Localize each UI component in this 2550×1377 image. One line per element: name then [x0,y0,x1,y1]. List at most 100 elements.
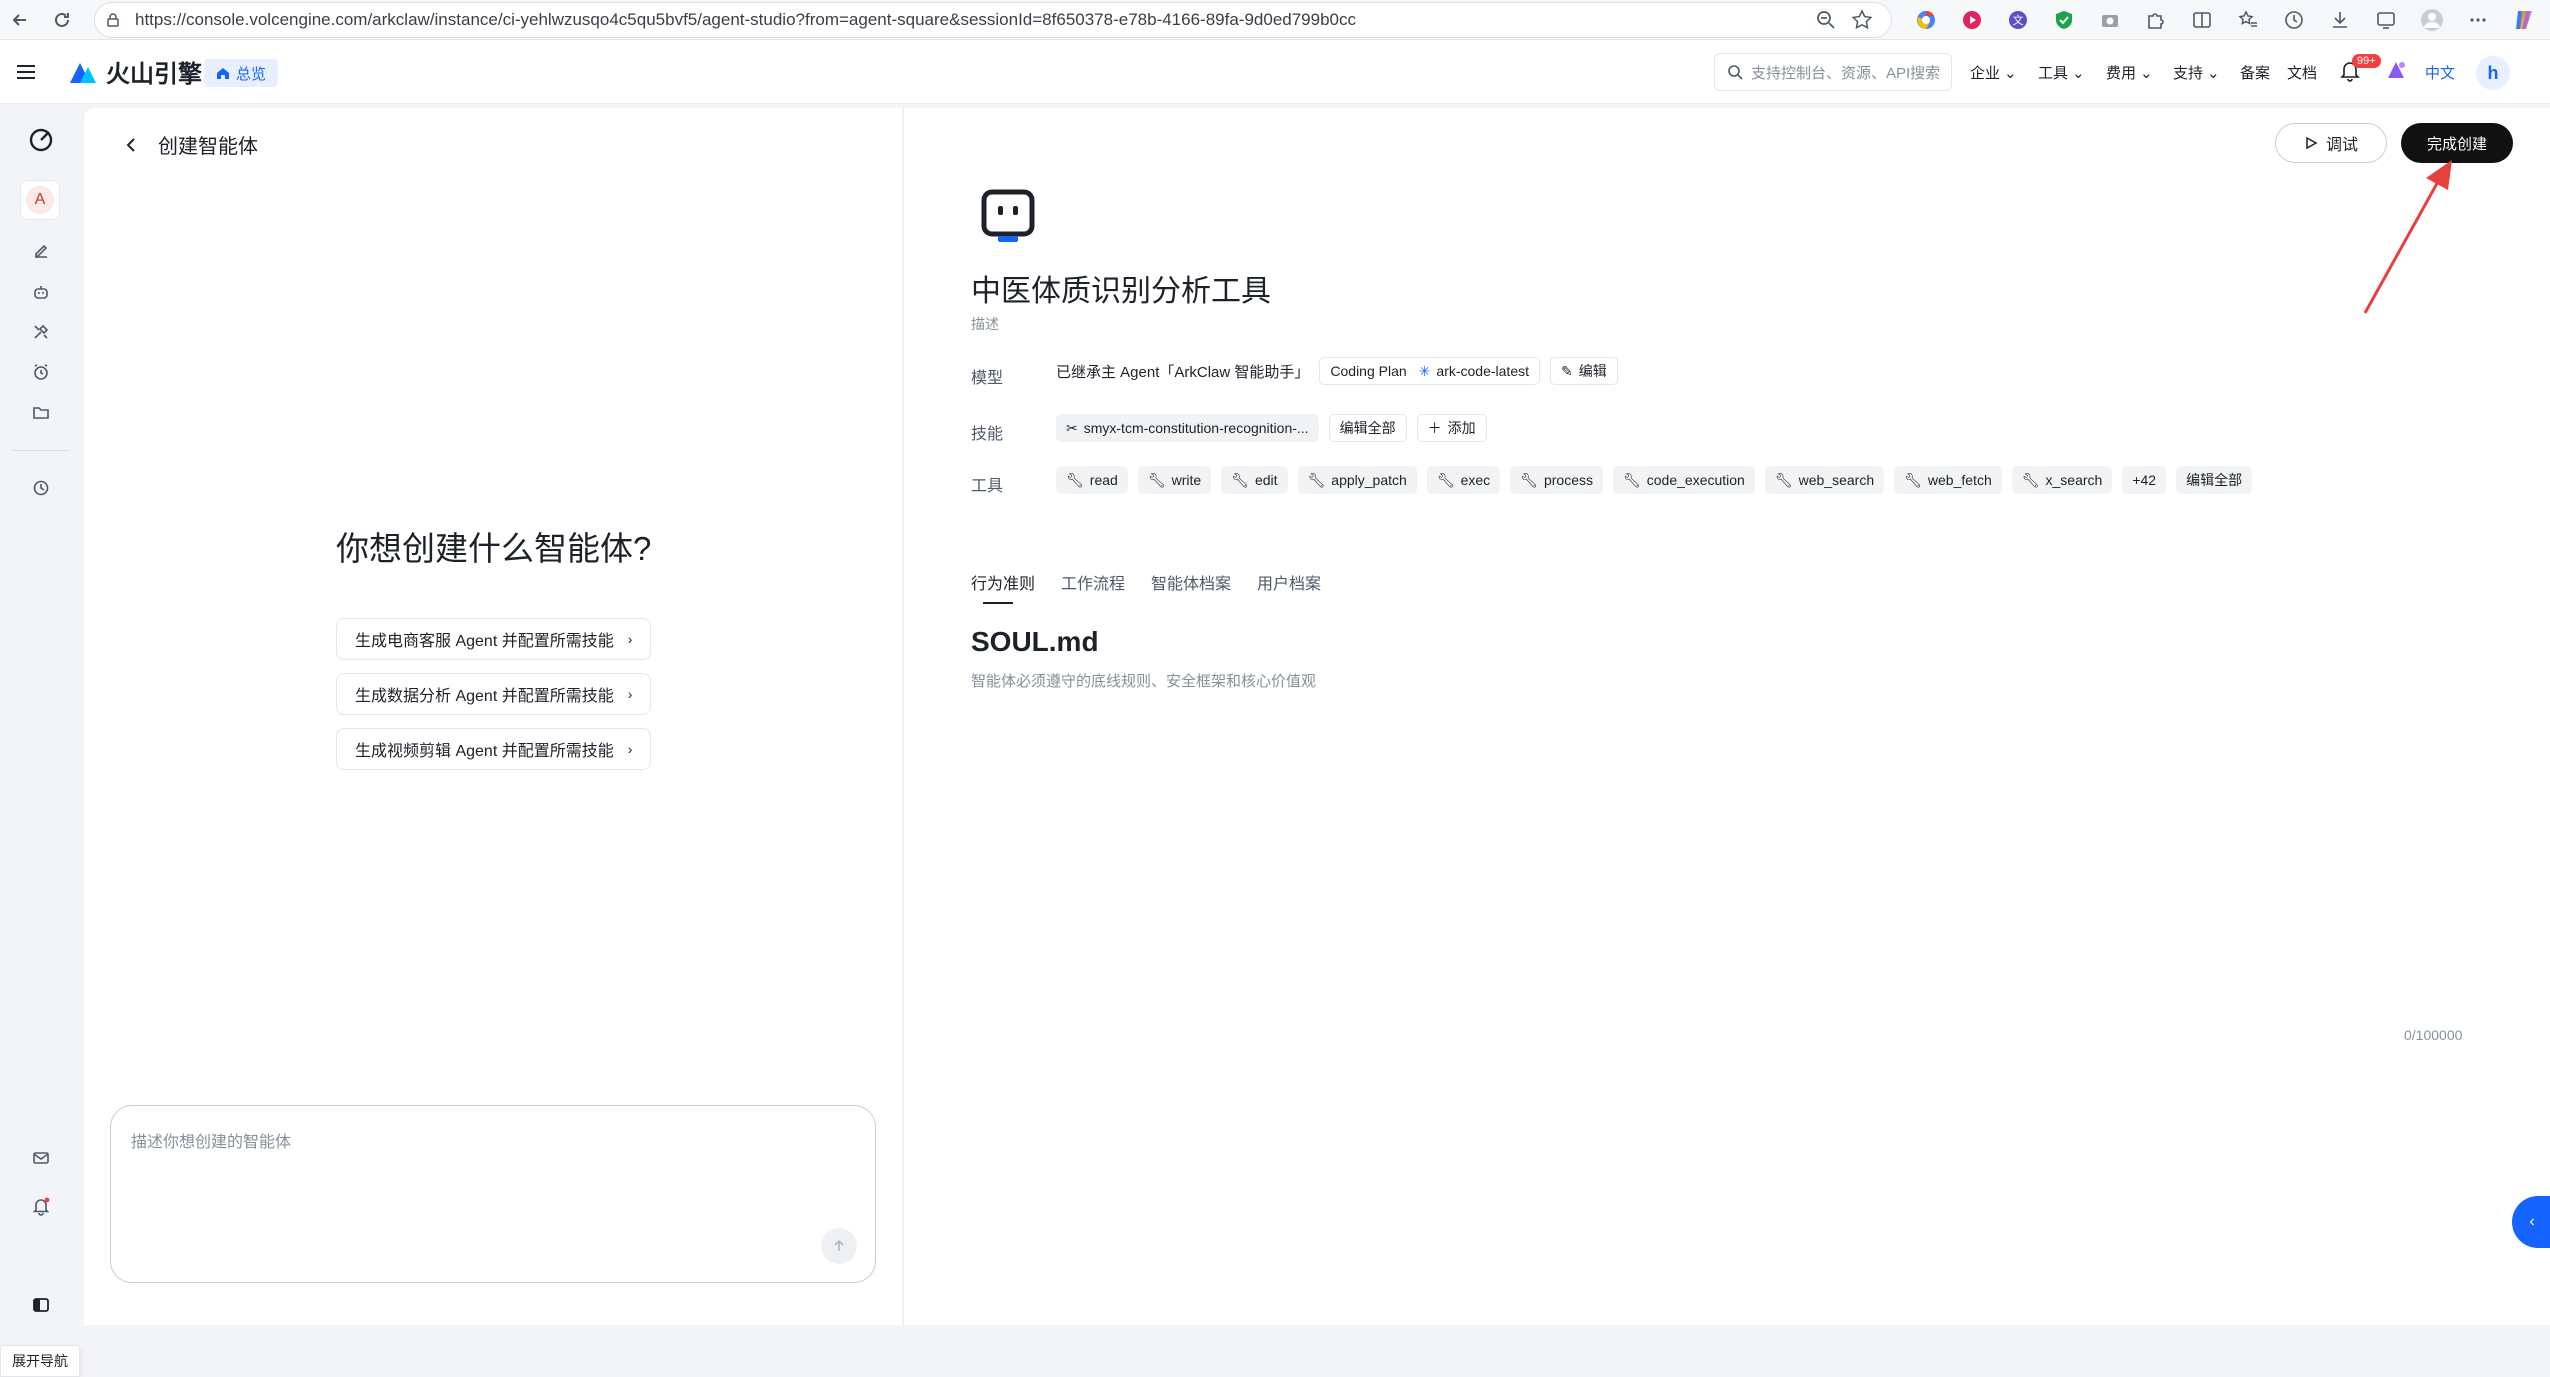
brand-logo[interactable]: 火山引擎 [68,54,202,89]
tool-name: process [1543,472,1593,488]
puzzle-extensions-icon[interactable] [2143,7,2169,33]
purple-extension-icon[interactable]: 文 [2005,7,2031,33]
language-switch[interactable]: 中文 [2425,62,2455,83]
sidebar-toggle-icon[interactable] [28,1292,54,1318]
tool-chip-edit[interactable]: 🔧︎ edit [1221,466,1288,494]
camera-icon[interactable] [2097,7,2123,33]
tool-name: edit [1254,472,1278,488]
send-button[interactable] [821,1228,857,1264]
chevron-left-icon: ‹ [2529,1213,2535,1230]
bell-icon[interactable] [28,1193,54,1219]
skill-chip[interactable]: ✂ smyx-tcm-constitution-recognition-... [1056,414,1319,442]
zoom-icon[interactable] [1815,9,1837,31]
history-icon[interactable] [2281,7,2307,33]
console-search[interactable]: 支持控制台、资源、API搜索 [1714,53,1952,91]
agent-robot-icon[interactable] [980,188,1036,251]
site-info-icon[interactable] [105,12,121,28]
agent-avatar[interactable]: A [20,180,60,220]
reload-icon[interactable] [42,0,82,40]
hamburger-menu-icon[interactable] [14,60,38,89]
tools-edit-all-button[interactable]: 编辑全部 [2176,466,2253,494]
overview-label: 总览 [236,65,267,83]
nav-enterprise[interactable]: 企业 ⌄ [1970,62,2017,83]
download-icon[interactable] [2327,7,2353,33]
tool-chip-apply-patch[interactable]: 🔧︎ apply_patch [1297,466,1417,494]
tool-chip-write[interactable]: 🔧︎ write [1137,466,1212,494]
robot-icon[interactable] [28,279,54,305]
creation-chat-panel: 创建智能体 你想创建什么智能体? 生成电商客服 Agent 并配置所需技能 › … [84,108,902,1325]
model-plan-chip[interactable]: Coding Plan ✳ ark-code-latest [1319,357,1540,385]
tool-name: exec [1460,472,1491,488]
favorites-icon[interactable] [2235,7,2261,33]
shield-extension-icon[interactable] [2051,7,2077,33]
tool-chip-exec[interactable]: 🔧︎ exec [1426,466,1501,494]
tool-name: web_fetch [1927,472,1992,488]
tool-name: code_execution [1646,472,1745,488]
finish-create-button[interactable]: 完成创建 [2401,123,2513,163]
tool-name: write [1171,472,1202,488]
tools-more-chip[interactable]: +42 [2122,466,2167,494]
suggestion-label: 生成视频剪辑 Agent 并配置所需技能 [355,743,614,760]
screenshot-heart-icon[interactable] [2373,7,2399,33]
tool-chip-web-search[interactable]: 🔧︎ web_search [1764,466,1885,494]
profile-icon[interactable] [2419,7,2445,33]
alarm-clock-icon[interactable] [28,359,54,385]
ai-assistant-icon[interactable] [2384,58,2408,87]
suggestion-label: 生成电商客服 Agent 并配置所需技能 [355,633,614,650]
tool-chip-read[interactable]: 🔧︎ read [1056,466,1128,494]
skill-edit-all-button[interactable]: 编辑全部 [1328,414,1407,442]
nav-icp[interactable]: 备案 [2240,62,2270,83]
nav-label: 文档 [2287,65,2318,82]
address-bar[interactable]: https://console.volcengine.com/arkclaw/i… [94,2,1892,38]
tab-behavior-rules[interactable]: 行为准则 [971,570,1035,604]
nav-docs[interactable]: 文档 [2287,62,2317,83]
back-to-list[interactable]: 创建智能体 [124,130,258,159]
edit-icon[interactable] [28,238,54,264]
mail-icon[interactable] [28,1145,54,1171]
split-screen-icon[interactable] [2189,7,2215,33]
nav-tools[interactable]: 工具 ⌄ [2038,62,2085,83]
agent-description[interactable]: 描述 [971,314,999,334]
model-edit-button[interactable]: ✎ 编辑 [1550,357,1618,385]
wrench-icon: 🔧︎ [1436,471,1455,488]
more-menu-icon[interactable] [2465,7,2491,33]
tool-name: read [1089,472,1118,488]
nav-support[interactable]: 支持 ⌄ [2173,62,2220,83]
overview-button[interactable]: 总览 [204,59,279,87]
folder-icon[interactable] [28,399,54,425]
tool-chip-process[interactable]: 🔧︎ process [1510,466,1603,494]
tab-user-profile[interactable]: 用户档案 [1257,570,1321,604]
debug-label: 调试 [2325,137,2358,154]
model-name: ark-code-latest [1436,363,1529,379]
tab-agent-profile[interactable]: 智能体档案 [1151,570,1231,604]
tools-label: 工具 [971,478,1004,495]
chevron-right-icon: › [627,686,633,702]
product-logo-icon[interactable] [28,127,54,153]
copilot-icon[interactable] [2511,7,2537,33]
skill-add-label: 添加 [1447,420,1476,436]
suggestion-video-editing[interactable]: 生成视频剪辑 Agent 并配置所需技能 › [336,728,652,770]
debug-button[interactable]: 调试 [2275,123,2387,163]
tool-chip-x-search[interactable]: 🔧︎ x_search [2011,466,2113,494]
wrench-icon: 🔧︎ [1307,471,1326,488]
user-avatar[interactable]: h [2476,56,2510,90]
nav-billing[interactable]: 费用 ⌄ [2106,62,2153,83]
tool-chip-web-fetch[interactable]: 🔧︎ web_fetch [1894,466,2002,494]
tool-chip-code-execution[interactable]: 🔧︎ code_execution [1612,466,1755,494]
skill-add-button[interactable]: ＋ 添加 [1416,414,1487,442]
tools-icon[interactable] [28,319,54,345]
suggestion-data-analysis[interactable]: 生成数据分析 Agent 并配置所需技能 › [336,673,652,715]
history-clock-icon[interactable] [28,475,54,501]
back-arrow-icon[interactable] [0,0,40,40]
play-extension-icon[interactable] [1959,7,1985,33]
tab-workflow[interactable]: 工作流程 [1061,570,1125,604]
wrench-icon: 🔧︎ [1066,471,1084,488]
wrench-icon: 🔧︎ [1622,471,1641,488]
tool-name: apply_patch [1331,472,1407,488]
suggestion-ecommerce[interactable]: 生成电商客服 Agent 并配置所需技能 › [336,618,652,660]
agent-description-input[interactable]: 描述你想创建的智能体 [110,1105,876,1283]
agent-name[interactable]: 中医体质识别分析工具 [971,266,1271,310]
colorful-extension-icon[interactable] [1913,7,1939,33]
model-plan: Coding Plan [1330,363,1407,379]
bookmark-star-icon[interactable] [1851,9,1873,31]
